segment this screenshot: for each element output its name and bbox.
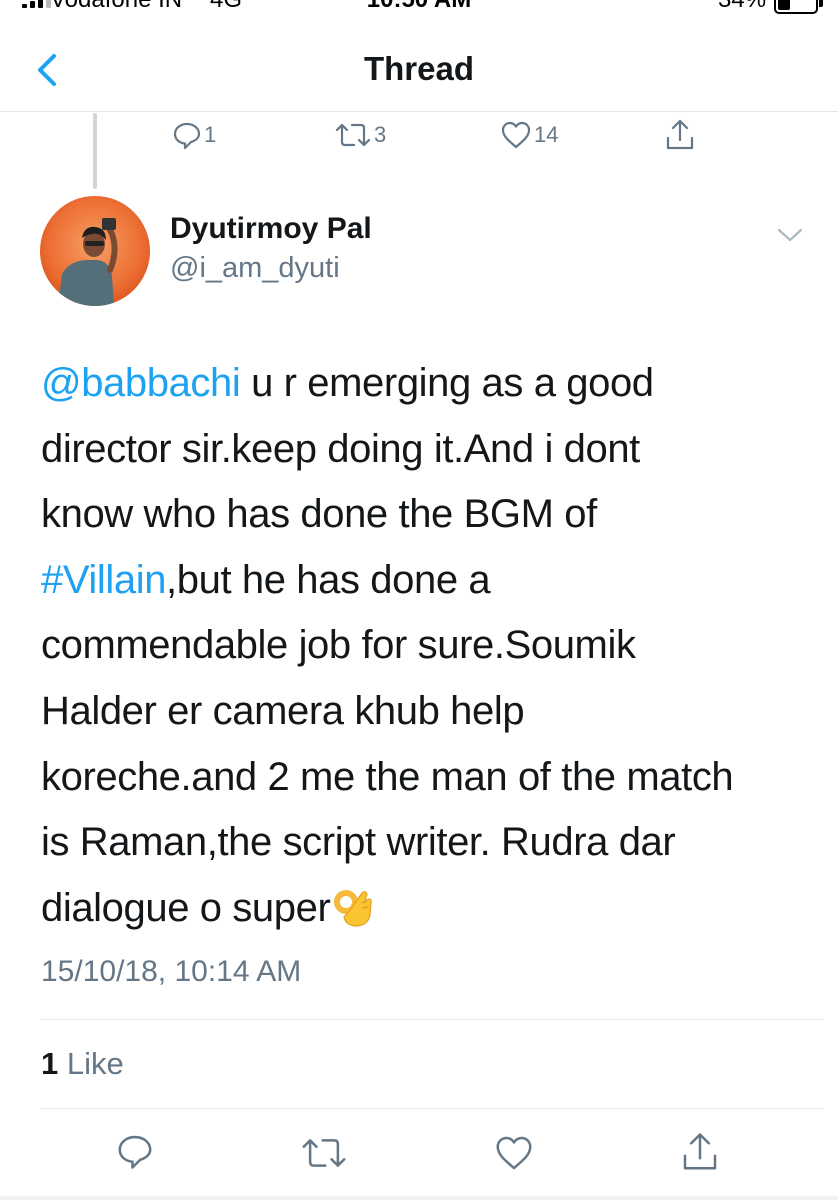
author-handle[interactable]: @i_am_dyuti [170,252,340,285]
likes-count-link[interactable]: 1 Like [41,1046,124,1082]
tweet-timestamp: 15/10/18, 10:14 AM [41,955,302,988]
tweet-line: commendable job for sure.Soumik [41,623,636,668]
divider [40,1019,824,1020]
battery-icon [774,0,823,14]
parent-tweet-actions: 1 3 14 [0,118,838,158]
tweet-line: #Villain,but he has done a [41,557,491,602]
tweet-line: director sir.keep doing it.And i dont [41,426,640,471]
bottom-edge [0,1196,838,1200]
reply-icon [118,1135,152,1169]
parent-retweet-button[interactable]: 3 [334,120,386,150]
divider [40,1108,824,1109]
parent-reply-button[interactable]: 1 [172,120,216,150]
mention-link[interactable]: @babbachi [41,361,241,405]
parent-like-button[interactable]: 14 [500,120,558,150]
heart-icon [501,121,531,149]
author-name[interactable]: Dyutirmoy Pal [170,212,372,246]
tweet-line: Halder er camera khub help [41,688,525,733]
share-icon [683,1133,717,1170]
tweet-line: know who has done the BGM of [41,492,597,537]
tweet-line: koreche.and 2 me the man of the match [41,754,734,799]
retweet-icon [335,123,371,147]
tweet-actions [0,1130,838,1178]
reply-icon [173,122,201,150]
tweet-text: @babbachi u r emerging as a good directo… [41,351,821,941]
share-icon [666,119,694,150]
likes-count: 1 [41,1046,59,1081]
nav-bar: Thread [0,30,838,112]
status-time: 10:50 AM [0,0,838,14]
tweet-options-button[interactable] [776,226,804,244]
parent-share-button[interactable] [664,118,696,152]
reply-button[interactable] [116,1132,154,1170]
parent-retweet-count: 3 [374,122,387,147]
tweet-line: is Raman,the script writer. Rudra dar [41,820,676,865]
tweet-line: @babbachi u r emerging as a good [41,361,654,405]
ok-hand-emoji-icon [334,889,373,927]
status-bar: Vodafone IN 4G 10:50 AM 34% [0,0,838,16]
retweet-button[interactable] [300,1134,348,1172]
battery-percent: 34% [718,0,766,14]
parent-like-count: 14 [534,122,559,147]
share-button[interactable] [680,1130,720,1174]
chevron-down-icon [777,228,803,242]
heart-icon [496,1136,532,1170]
hashtag-link[interactable]: #Villain [41,558,166,602]
retweet-icon [302,1139,346,1167]
tweet-line: dialogue o super [41,876,821,942]
avatar-image [40,196,150,306]
parent-reply-count: 1 [204,122,217,147]
likes-label: Like [66,1046,124,1081]
like-button[interactable] [494,1134,534,1172]
avatar[interactable] [40,196,150,306]
page-title: Thread [363,50,475,87]
